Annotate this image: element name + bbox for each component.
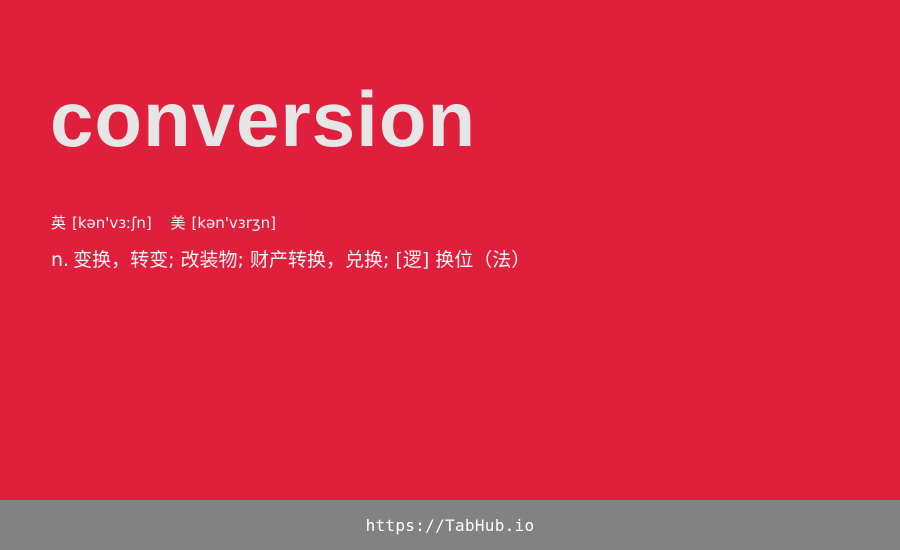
- footer-bar: https://TabHub.io: [0, 500, 900, 550]
- definition: n. 变换，转变; 改装物; 财产转换，兑换; [逻] 换位（法）: [51, 245, 530, 275]
- phonetic-uk-ipa: [kən'vɜːʃn]: [72, 214, 152, 232]
- phonetic-us-ipa: [kən'vɜrʒn]: [191, 214, 276, 232]
- footer-link[interactable]: https://TabHub.io: [366, 516, 535, 535]
- phonetic-us: 美 [kən'vɜrʒn]: [171, 212, 276, 234]
- part-of-speech: n.: [51, 249, 70, 271]
- phonetics-row: 英 [kən'vɜːʃn] 美 [kən'vɜrʒn]: [51, 212, 290, 234]
- phonetic-uk: 英 [kən'vɜːʃn]: [51, 212, 152, 234]
- word-card: conversion 英 [kən'vɜːʃn] 美 [kən'vɜrʒn] n. 变…: [0, 0, 900, 500]
- phonetic-us-region: 美: [170, 214, 186, 232]
- headword: conversion: [50, 75, 477, 163]
- phonetic-uk-region: 英: [51, 214, 67, 232]
- definition-meaning: 变换，转变; 改装物; 财产转换，兑换; [逻] 换位（法）: [73, 249, 531, 271]
